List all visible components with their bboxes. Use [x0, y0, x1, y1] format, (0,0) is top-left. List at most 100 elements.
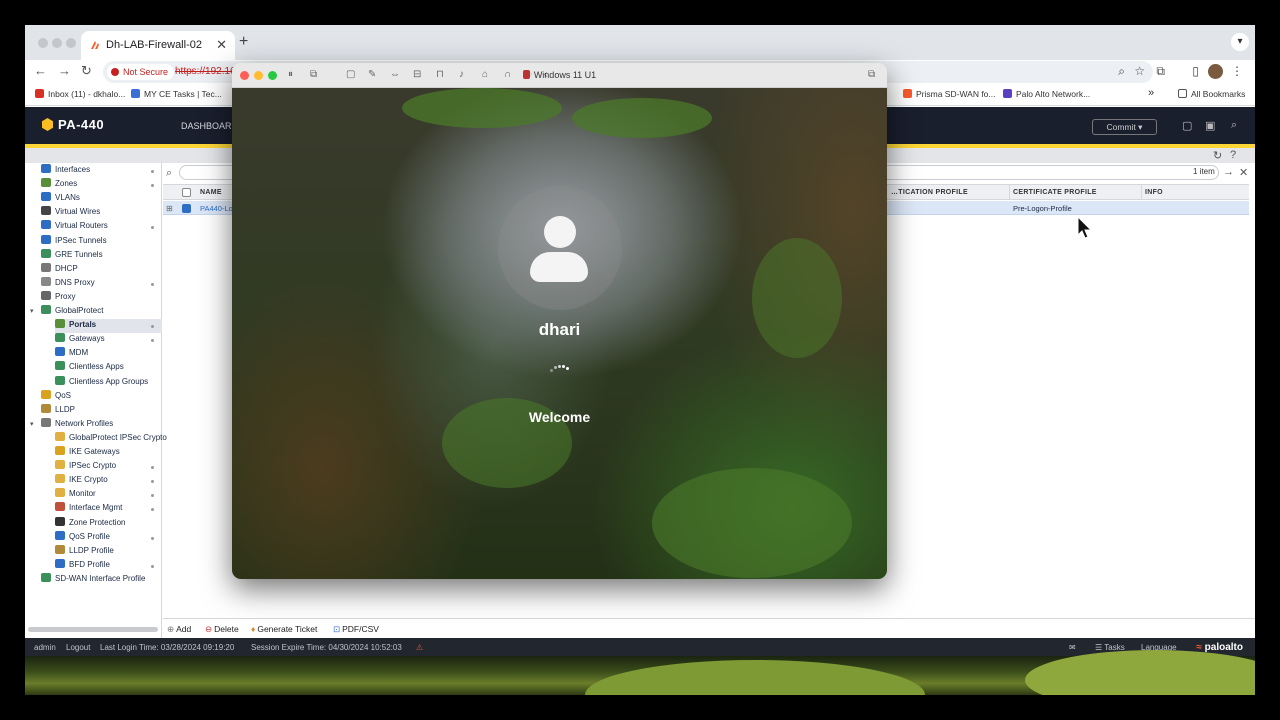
- save-config-icon[interactable]: ▣: [1205, 119, 1215, 132]
- sidebar-item-clientless-apps[interactable]: Clientless Apps: [25, 361, 162, 375]
- extensions-icon[interactable]: ⧉: [1156, 64, 1165, 79]
- bookmark-star-icon[interactable]: ☆: [1134, 64, 1145, 78]
- vm-share-icon[interactable]: ⧉: [868, 69, 875, 80]
- bookmark-prisma[interactable]: Prisma SD-WAN fo...: [903, 89, 996, 99]
- sidebar-item-gre-tunnels[interactable]: GRE Tunnels: [25, 248, 162, 263]
- back-arrow-icon[interactable]: ←: [34, 63, 47, 78]
- col-auth-profile[interactable]: …TICATION PROFILE: [891, 189, 968, 196]
- sidebar-item-lldp[interactable]: LLDP: [25, 403, 162, 418]
- user-name[interactable]: admin: [34, 643, 56, 652]
- tab-dashboard[interactable]: DASHBOARD: [181, 121, 238, 131]
- logout-link[interactable]: Logout: [66, 643, 90, 652]
- profile-avatar[interactable]: [1208, 64, 1223, 79]
- sidebar-item-network-profiles[interactable]: Network Profiles: [25, 417, 162, 432]
- sidebar-item-zones[interactable]: Zones: [25, 178, 162, 192]
- bookmark-ce-tasks[interactable]: MY CE Tasks | Tec...: [131, 89, 222, 99]
- side-panel-icon[interactable]: ▯: [1192, 64, 1199, 78]
- wallpaper-hill: [585, 660, 925, 695]
- hex-logo-icon: [42, 118, 53, 131]
- tasks-list-icon: ☰: [1095, 643, 1105, 652]
- bookmarks-overflow[interactable]: »: [1148, 87, 1154, 99]
- window-zoom-dot[interactable]: [66, 38, 76, 48]
- sidebar-item-interfaces[interactable]: Interfaces: [25, 164, 162, 178]
- sidebar-item-proxy[interactable]: Proxy: [25, 290, 162, 305]
- sidebar-item-interface-mgmt[interactable]: Interface Mgmt: [25, 502, 162, 516]
- sidebar-item-bfd-profile[interactable]: BFD Profile: [25, 558, 162, 573]
- vm-window[interactable]: ⏸ ⧉ ▢ ✎ ⇔ ⊟ ⊓ ♪ ⌂ ∩ ◌ ‹ Windows 11 U1 ⧉ …: [232, 63, 887, 579]
- window-minimize-dot[interactable]: [52, 38, 62, 48]
- sidebar-item-zone-protection[interactable]: Zone Protection: [25, 516, 162, 531]
- sidebar-item-monitor[interactable]: Monitor: [25, 488, 162, 502]
- search-icon[interactable]: ⌕: [1231, 119, 1237, 132]
- mail-icon[interactable]: ✉: [1069, 643, 1076, 652]
- sidebar-item-virtual-routers[interactable]: Virtual Routers: [25, 220, 162, 234]
- not-secure-chip[interactable]: Not Secure: [107, 64, 175, 80]
- vm-titlebar[interactable]: ⏸ ⧉ ▢ ✎ ⇔ ⊟ ⊓ ♪ ⌂ ∩ ◌ ‹ Windows 11 U1 ⧉: [232, 63, 887, 88]
- sidebar-item-ike-crypto[interactable]: IKE Crypto: [25, 474, 162, 488]
- pdf-csv-button[interactable]: ⊡ PDF/CSV: [333, 624, 379, 635]
- sidebar-item-globalprotect[interactable]: GlobalProtect: [25, 305, 162, 319]
- sidebar-item-gateways[interactable]: Gateways: [25, 333, 162, 347]
- expand-icon[interactable]: ⊞: [166, 204, 173, 213]
- portal-name-link[interactable]: PA440-Lo: [200, 204, 233, 213]
- sidebar-item-ike-gateways[interactable]: IKE Gateways: [25, 446, 162, 460]
- sidebar-scrollbar[interactable]: [28, 627, 158, 632]
- select-all-checkbox[interactable]: [182, 188, 191, 197]
- sidebar-item-mdm[interactable]: MDM: [25, 347, 162, 361]
- zoom-icon[interactable]: ⌕: [1118, 64, 1125, 79]
- all-bookmarks[interactable]: All Bookmarks: [1178, 89, 1245, 99]
- sidebar-item-lldp-profile[interactable]: LLDP Profile: [25, 544, 162, 559]
- url-text[interactable]: https://192.16: [175, 66, 236, 77]
- col-name[interactable]: NAME: [200, 189, 222, 196]
- sidebar-item-qos[interactable]: QoS: [25, 389, 162, 404]
- row-checkbox[interactable]: [182, 204, 191, 213]
- status-dot: [151, 184, 154, 188]
- sidebar-item-globalprotect-ipsec-crypto[interactable]: GlobalProtect IPSec Crypto: [25, 431, 167, 446]
- status-dot: [151, 536, 154, 540]
- sidebar-item-virtual-wires[interactable]: Virtual Wires: [25, 206, 162, 220]
- bookmark-paloalto[interactable]: Palo Alto Network...: [1003, 89, 1090, 99]
- sidebar-item-dns-proxy[interactable]: DNS Proxy: [25, 276, 162, 291]
- browser-tab[interactable]: Dh-LAB-Firewall-02 ✕: [81, 31, 235, 60]
- expand-caret-icon[interactable]: ▾: [30, 420, 34, 428]
- filter-search-icon: ⌕: [166, 167, 173, 179]
- sidebar-item-dhcp[interactable]: DHCP: [25, 262, 162, 277]
- sidebar-item-vlans[interactable]: VLANs: [25, 192, 162, 206]
- user-avatar-icon: [544, 216, 576, 248]
- apply-filter-arrow-icon[interactable]: →: [1223, 166, 1234, 178]
- window-close-dot[interactable]: [38, 38, 48, 48]
- sidebar-item-clientless-app-groups[interactable]: Clientless App Groups: [25, 375, 162, 390]
- sidebar-item-qos-profile[interactable]: QoS Profile: [25, 530, 162, 545]
- warning-icon[interactable]: ⚠: [416, 643, 423, 652]
- col-divider: [1009, 185, 1010, 200]
- tab-close-icon[interactable]: ✕: [216, 37, 227, 53]
- reload-icon[interactable]: ↻: [81, 63, 92, 79]
- bookmark-gmail[interactable]: Inbox (11) - dkhalo...: [35, 89, 125, 99]
- add-button[interactable]: ⊕ Add: [167, 624, 191, 635]
- username: dhari: [538, 320, 581, 339]
- forward-arrow-icon[interactable]: →: [58, 63, 71, 78]
- refresh-icon[interactable]: ↻: [1213, 149, 1222, 162]
- sidebar-item-ipsec-crypto[interactable]: IPSec Crypto: [25, 460, 162, 474]
- foliage: [402, 88, 562, 128]
- col-info[interactable]: INFO: [1145, 189, 1163, 196]
- delete-button[interactable]: ⊖ Delete: [205, 624, 239, 635]
- status-dot: [151, 226, 154, 230]
- clear-filter-icon[interactable]: ✕: [1239, 166, 1248, 179]
- gmail-icon: [35, 89, 44, 98]
- tab-search-chevron-icon[interactable]: ▾: [1231, 33, 1249, 51]
- sidebar-item-ipsec-tunnels[interactable]: IPSec Tunnels: [25, 234, 162, 249]
- new-tab-button[interactable]: +: [239, 33, 248, 51]
- generate-ticket-button[interactable]: ♦ Generate Ticket: [251, 624, 317, 634]
- col-cert-profile[interactable]: CERTIFICATE PROFILE: [1013, 189, 1097, 196]
- status-dot: [151, 170, 154, 173]
- lock-config-icon[interactable]: ▢: [1182, 119, 1192, 132]
- sidebar-item-sd-wan-interface-profile[interactable]: SD-WAN Interface Profile: [25, 572, 162, 587]
- expand-caret-icon[interactable]: ▾: [30, 307, 34, 315]
- pdf-icon: ⊡: [333, 624, 341, 634]
- sidebar-item-portals[interactable]: Portals: [55, 319, 162, 334]
- windows-lock-screen[interactable]: dhari Welcome: [232, 88, 887, 579]
- menu-kebab-icon[interactable]: ⋮: [1231, 64, 1243, 78]
- help-icon[interactable]: ?: [1230, 149, 1236, 161]
- commit-button[interactable]: Commit ▾: [1092, 119, 1157, 135]
